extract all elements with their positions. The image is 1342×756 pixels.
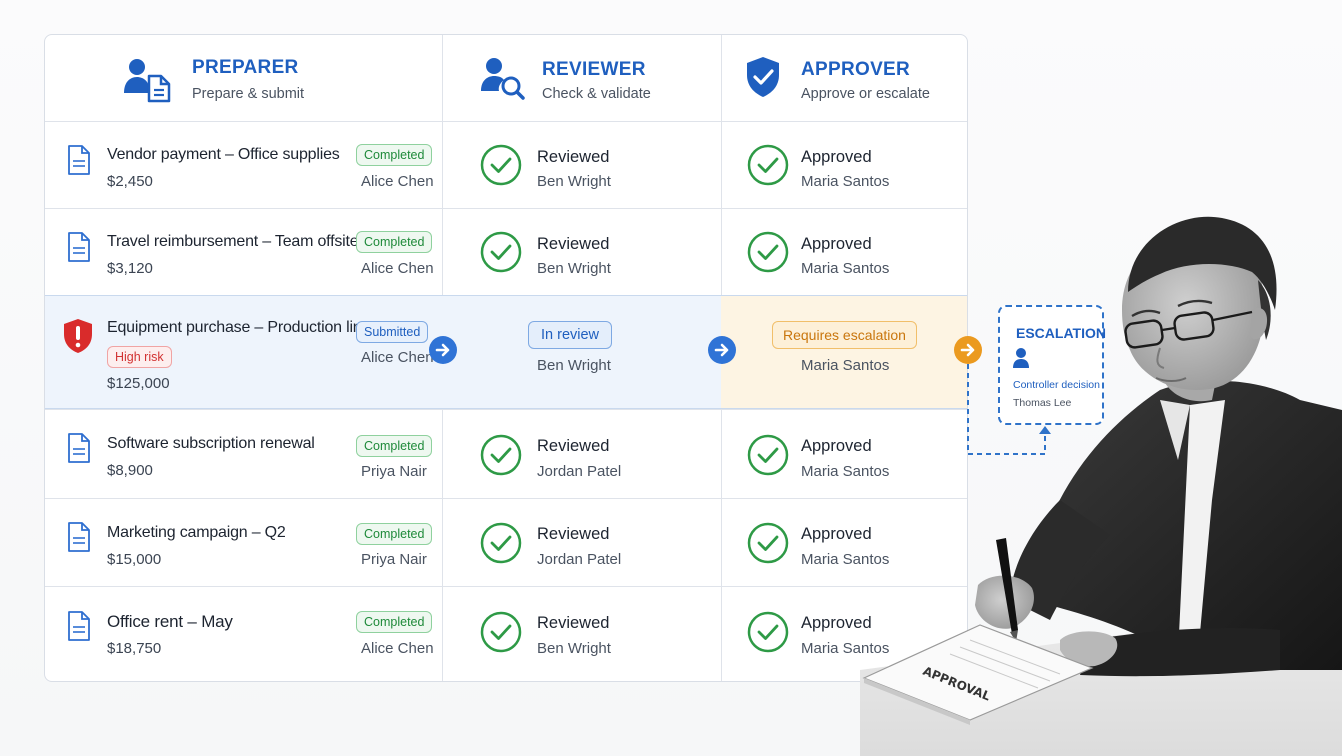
- item-amount: $18,750: [107, 640, 162, 657]
- item-title: Software subscription renewal: [107, 435, 315, 452]
- check-circle-icon: [480, 231, 522, 273]
- item-title: Office rent – May: [107, 612, 233, 631]
- column-title: APPROVER: [801, 59, 911, 80]
- check-circle-icon: [747, 434, 789, 476]
- shield-alert-icon: [64, 319, 92, 353]
- item-amount: $2,450: [107, 173, 153, 190]
- arrow-right-icon: [954, 336, 982, 364]
- risk-badge: High risk: [107, 346, 172, 368]
- review-status: Reviewed: [537, 525, 610, 543]
- table-row-high-risk[interactable]: Equipment purchase – Production line Hig…: [45, 295, 982, 409]
- item-amount: $125,000: [107, 375, 170, 392]
- shield-check-icon: [747, 57, 779, 97]
- check-circle-icon: [480, 144, 522, 186]
- preparer-name: Alice Chen: [361, 349, 434, 366]
- check-circle-icon: [480, 611, 522, 653]
- status-badge: Completed: [356, 144, 433, 166]
- document-icon: [68, 522, 90, 552]
- arrow-right-icon: [429, 336, 457, 364]
- column-header-approver: APPROVER Approve or escalate: [721, 35, 967, 121]
- check-circle-icon: [480, 522, 522, 564]
- table-row[interactable]: Vendor payment – Office supplies $2,450 …: [45, 121, 967, 208]
- table-row[interactable]: Office rent – May $18,750 Completed Alic…: [45, 586, 967, 681]
- approval-status: Approved: [801, 148, 872, 166]
- preparer-name: Alice Chen: [361, 260, 434, 277]
- table-row[interactable]: Marketing campaign – Q2 $15,000 Complete…: [45, 498, 967, 586]
- user-document-icon: [124, 59, 171, 103]
- review-status: Reviewed: [537, 437, 610, 455]
- review-status: Reviewed: [537, 614, 610, 632]
- reviewer-name: Jordan Patel: [537, 551, 622, 568]
- column-header-preparer: PREPARER Prepare & submit: [45, 35, 442, 121]
- preparer-name: Priya Nair: [361, 463, 427, 480]
- column-header-reviewer: REVIEWER Check & validate: [442, 35, 721, 121]
- review-status: Reviewed: [537, 235, 610, 253]
- approver-name: Maria Santos: [801, 173, 890, 190]
- check-circle-icon: [747, 522, 789, 564]
- item-amount: $3,120: [107, 260, 153, 277]
- status-badge: Completed: [356, 523, 433, 545]
- preparer-name: Alice Chen: [361, 640, 434, 657]
- item-title: Marketing campaign – Q2: [107, 524, 286, 541]
- document-icon: [68, 145, 90, 175]
- review-status: Reviewed: [537, 148, 610, 166]
- user-search-icon: [481, 58, 525, 100]
- check-circle-icon: [747, 611, 789, 653]
- table-row[interactable]: Travel reimbursement – Team offsite $3,1…: [45, 208, 967, 295]
- item-amount: $8,900: [107, 462, 153, 479]
- item-title: Vendor payment – Office supplies: [107, 146, 340, 163]
- reviewer-name: Ben Wright: [537, 260, 611, 277]
- document-icon: [68, 232, 90, 262]
- column-subtitle: Prepare & submit: [192, 86, 305, 102]
- reviewer-name: Ben Wright: [537, 173, 611, 190]
- column-title: PREPARER: [192, 57, 299, 78]
- check-circle-icon: [747, 144, 789, 186]
- table-row[interactable]: Software subscription renewal $8,900 Com…: [45, 409, 967, 498]
- status-badge: Submitted: [356, 321, 429, 343]
- column-subtitle: Check & validate: [542, 86, 651, 102]
- item-title: Equipment purchase – Production line: [107, 319, 371, 336]
- check-circle-icon: [747, 231, 789, 273]
- status-badge: Completed: [356, 231, 433, 253]
- executive-signing-photo: APPROVAL: [860, 216, 1342, 756]
- status-badge: Completed: [356, 435, 433, 457]
- preparer-name: Priya Nair: [361, 551, 427, 568]
- approval-workflow-board: PREPARER Prepare & submit REVIEWER Check…: [44, 34, 982, 682]
- document-icon: [68, 611, 90, 641]
- column-title: REVIEWER: [542, 59, 646, 80]
- document-icon: [68, 433, 90, 463]
- check-circle-icon: [480, 434, 522, 476]
- item-amount: $15,000: [107, 551, 162, 568]
- arrow-right-icon: [708, 336, 736, 364]
- item-title: Travel reimbursement – Team offsite: [107, 233, 359, 250]
- reviewer-name: Ben Wright: [537, 357, 611, 374]
- status-badge: Completed: [356, 611, 433, 633]
- column-subtitle: Approve or escalate: [801, 86, 930, 102]
- reviewer-name: Ben Wright: [537, 640, 611, 657]
- reviewer-name: Jordan Patel: [537, 463, 622, 480]
- header-row: PREPARER Prepare & submit REVIEWER Check…: [45, 35, 967, 121]
- preparer-name: Alice Chen: [361, 173, 434, 190]
- review-status-badge: In review: [528, 321, 613, 349]
